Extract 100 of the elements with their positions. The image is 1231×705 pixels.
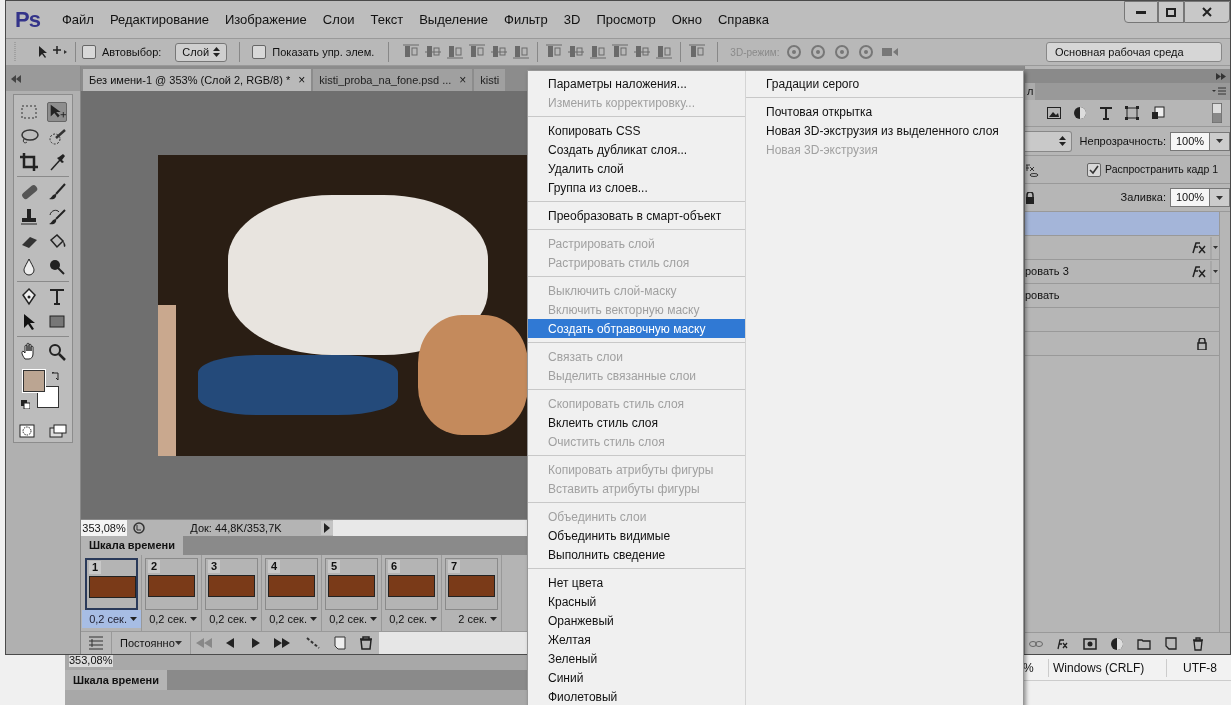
menu-item[interactable]: Оранжевый [528, 611, 745, 630]
fill-field[interactable]: 100% [1170, 188, 1210, 207]
dropdown-button[interactable] [1210, 188, 1230, 207]
encoding-status[interactable]: UTF-8 [1166, 658, 1217, 677]
menu-item[interactable]: Копировать CSS [528, 121, 745, 140]
menu-item[interactable]: Окно [663, 9, 710, 30]
folder-icon[interactable] [1137, 636, 1151, 651]
checkbox[interactable] [82, 45, 96, 59]
menu-item[interactable]: Создать дубликат слоя... [528, 140, 745, 159]
fx-icon[interactable] [1056, 636, 1070, 651]
adjustment-filter-icon[interactable] [1073, 106, 1087, 120]
foreground-color-swatch[interactable] [23, 370, 45, 392]
frame-delay[interactable]: 0,2 сек. [382, 610, 441, 628]
screen-mode-icon[interactable] [49, 424, 67, 438]
menu-item[interactable]: Удалить слой [528, 159, 745, 178]
frame-delay[interactable]: 0,2 сек. [262, 610, 321, 628]
menu-item[interactable]: Изображение [216, 9, 315, 30]
move-icon[interactable] [47, 101, 67, 122]
frame-delay[interactable]: 2 сек. [442, 610, 501, 628]
menu-item[interactable]: Красный [528, 592, 745, 611]
layer-row[interactable]: ровать 3 [1025, 260, 1219, 284]
quick-mask-icon[interactable] [19, 424, 35, 438]
workspace-field[interactable]: Основная рабочая среда [1046, 42, 1222, 62]
menu-item[interactable]: Выделение [411, 9, 497, 30]
maximize-button[interactable] [1158, 1, 1184, 23]
menu-item[interactable]: Преобразовать в смарт-объект [528, 206, 745, 225]
dropdown-button[interactable] [1210, 131, 1230, 151]
blend-mode-dropdown[interactable] [1025, 130, 1072, 152]
align-right-icon[interactable] [513, 44, 530, 60]
menu-item[interactable]: Фильтр [496, 9, 556, 30]
new-layer-icon[interactable] [1164, 636, 1178, 651]
animation-frame[interactable]: 4 0,2 сек. [262, 555, 322, 631]
menu-item[interactable]: Нет цвета [528, 573, 745, 592]
menu-item[interactable]: Группа из слоев... [528, 178, 745, 197]
document-tab[interactable]: kisti [474, 69, 506, 91]
animation-frame[interactable]: 6 0,2 сек. [382, 555, 442, 631]
menu-item[interactable]: Слои [314, 9, 363, 30]
pen-icon[interactable] [19, 286, 39, 307]
adjustment-icon[interactable] [1110, 636, 1124, 651]
animation-frame[interactable]: 2 0,2 сек. [142, 555, 202, 631]
quick-select-icon[interactable] [47, 126, 67, 147]
menu-item[interactable]: Редактирование [101, 9, 217, 30]
align-hcenter-icon[interactable] [491, 44, 508, 60]
line-endings-status[interactable]: Windows (CRLF) [1048, 658, 1166, 677]
distribute-left-icon[interactable] [612, 44, 629, 60]
collapse-icon[interactable] [10, 74, 22, 83]
align-vcenter-icon[interactable] [425, 44, 442, 60]
trash-icon[interactable] [1191, 636, 1205, 651]
menu-item[interactable]: Фиолетовый [528, 687, 745, 705]
lock-icon[interactable] [1197, 337, 1207, 350]
frame-delay[interactable]: 0,2 сек. [322, 610, 381, 628]
brush-icon[interactable] [47, 181, 67, 202]
menu-item[interactable]: Вклеить стиль слоя [528, 413, 745, 432]
animation-frame[interactable]: 5 0,2 сек. [322, 555, 382, 631]
align-top-icon[interactable] [403, 44, 420, 60]
lasso-icon[interactable] [19, 126, 39, 147]
close-button[interactable] [1184, 1, 1230, 23]
swap-arrows-icon[interactable] [51, 372, 60, 381]
menu-item[interactable]: Зеленый [528, 649, 745, 668]
type-tool-icon[interactable] [47, 286, 67, 307]
frame-delay[interactable]: 0,2 сек. [142, 610, 201, 628]
image-filter-icon[interactable] [1047, 107, 1061, 119]
type-filter-icon[interactable] [1099, 106, 1113, 120]
menu-item[interactable]: Выполнить сведение [528, 545, 745, 564]
zoom-icon[interactable] [47, 341, 67, 362]
checkbox[interactable] [252, 45, 267, 59]
mask-icon[interactable] [1083, 636, 1097, 651]
animation-frame[interactable]: 1 0,2 сек. [82, 555, 142, 631]
animation-frame[interactable]: 3 0,2 сек. [202, 555, 262, 631]
frame-delay[interactable]: 0,2 сек. [202, 610, 261, 628]
zoom-field[interactable]: 353,08% [81, 520, 127, 536]
close-tab-button[interactable]: × [298, 71, 306, 89]
checkbox[interactable] [1087, 162, 1101, 177]
document-tab[interactable]: Без имени-1 @ 353% (Слой 2, RGB/8) * × [83, 69, 312, 91]
menu-item[interactable]: Файл [53, 9, 102, 30]
expand-arrow-icon[interactable] [321, 521, 333, 535]
smart-object-filter-icon[interactable] [1151, 106, 1165, 120]
menu-item[interactable]: Градации серого [746, 74, 1023, 93]
history-brush-icon[interactable] [47, 206, 67, 227]
eyedropper-icon[interactable] [47, 151, 67, 172]
menu-item[interactable]: Желтая [528, 630, 745, 649]
distribute-top-icon[interactable] [546, 44, 563, 60]
menu-item[interactable]: Текст [362, 9, 412, 30]
frame-delay[interactable]: 0,2 сек. [82, 610, 141, 628]
menu-item[interactable]: Создать обтравочную маску [528, 319, 745, 338]
shape-filter-icon[interactable] [1125, 106, 1139, 120]
minimize-button[interactable] [1124, 1, 1158, 23]
fx-icon[interactable] [1189, 260, 1219, 283]
menu-item[interactable]: 3D [555, 9, 589, 30]
filter-toggle-icon[interactable] [1212, 103, 1222, 123]
menu-item[interactable]: Новая 3D-экструзия из выделенного слоя [746, 121, 1023, 140]
panel-tab[interactable]: л [1025, 83, 1036, 100]
panel-tab[interactable]: Шкала времени [81, 536, 183, 555]
animation-frame[interactable]: 7 2 сек. [442, 555, 502, 631]
crop-icon[interactable] [19, 151, 39, 172]
distribute-hcenter-icon[interactable] [634, 44, 651, 60]
align-left-icon[interactable] [469, 44, 486, 60]
auto-align-icon[interactable] [689, 44, 706, 60]
expand-panels-icon[interactable] [1216, 72, 1226, 80]
document-tab[interactable]: kisti_proba_na_fone.psd ... × [313, 69, 473, 91]
